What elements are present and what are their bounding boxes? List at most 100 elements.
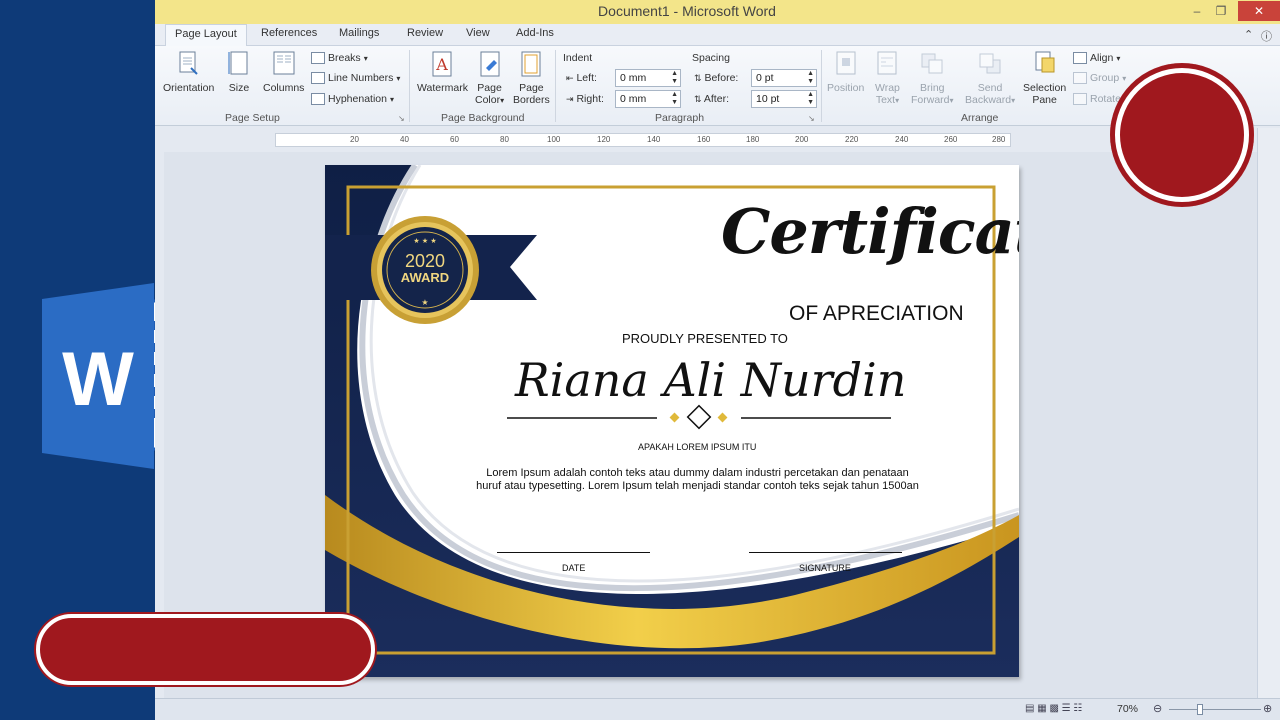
chevron-down-icon: ▾ bbox=[949, 96, 954, 105]
indent-left-icon: ⇤ bbox=[566, 73, 574, 83]
page-borders-icon bbox=[521, 51, 541, 77]
zoom-level[interactable]: 70% bbox=[1117, 703, 1138, 715]
certificate-subtitle[interactable]: OF APRECIATION bbox=[789, 302, 964, 326]
indent-right-icon: ⇥ bbox=[566, 94, 574, 104]
spacing-after-label: ⇅ After: bbox=[694, 93, 729, 105]
zoom-in-icon[interactable]: ⊕ bbox=[1263, 702, 1272, 715]
arrange-group-label: Arrange bbox=[961, 112, 999, 124]
vertical-scrollbar[interactable] bbox=[1257, 128, 1280, 700]
wrap-label-1: Wrap bbox=[875, 82, 900, 94]
spinner-arrows-icon[interactable]: ▲ ▼ bbox=[671, 91, 678, 107]
spacing-before-value: 0 pt bbox=[756, 72, 774, 84]
indent-left-value: 0 mm bbox=[620, 72, 647, 84]
close-button[interactable]: ✕ bbox=[1238, 1, 1280, 21]
page-color-label-2: Color bbox=[475, 94, 501, 106]
line-numbers-icon bbox=[311, 72, 325, 84]
caption-text[interactable]: APAKAH LOREM IPSUM ITU bbox=[638, 442, 756, 452]
ribbon-minimize-icon[interactable]: ⌃ bbox=[1244, 28, 1253, 41]
bring-forward-icon bbox=[921, 53, 943, 74]
tab-page-layout[interactable]: Page Layout bbox=[165, 24, 247, 47]
signature-label[interactable]: SIGNATURE bbox=[799, 563, 851, 573]
breaks-icon bbox=[311, 52, 325, 64]
restore-button[interactable]: ❐ bbox=[1209, 1, 1233, 21]
ruler-tick: 80 bbox=[500, 135, 509, 144]
line-numbers-button[interactable]: Line Numbers ▾ bbox=[311, 72, 400, 84]
wrap-text-button[interactable]: Wrap Text▾ bbox=[875, 50, 900, 107]
minimize-button[interactable]: – bbox=[1185, 1, 1209, 21]
zoom-slider[interactable] bbox=[1169, 709, 1261, 710]
dialog-launcher-icon[interactable]: ↘ bbox=[398, 114, 405, 123]
signature-line bbox=[749, 552, 902, 553]
chevron-down-icon: ▾ bbox=[1116, 53, 1121, 63]
page-color-label-1: Page bbox=[477, 82, 502, 94]
indent-left-label: ⇤ Left: bbox=[566, 72, 597, 84]
watermark-button[interactable]: A Watermark bbox=[417, 50, 468, 94]
size-button[interactable]: Size bbox=[227, 50, 251, 94]
tab-review[interactable]: Review bbox=[407, 27, 443, 39]
wrap-label-2: Text bbox=[875, 94, 896, 106]
indent-left-spinner[interactable]: 0 mm ▲ ▼ bbox=[615, 69, 681, 87]
watermark-label: Watermark bbox=[417, 82, 468, 94]
align-label: Align bbox=[1090, 52, 1114, 64]
spinner-arrows-icon[interactable]: ▲ ▼ bbox=[807, 70, 814, 86]
send-backward-button[interactable]: Send Backward▾ bbox=[965, 50, 1015, 107]
tab-view[interactable]: View bbox=[466, 27, 490, 39]
tab-mailings[interactable]: Mailings bbox=[339, 27, 379, 39]
group-button[interactable]: Group ▾ bbox=[1073, 72, 1126, 84]
tab-add-ins[interactable]: Add-Ins bbox=[516, 27, 554, 39]
ruler-tick: 220 bbox=[845, 135, 859, 144]
ruler-tick: 120 bbox=[597, 135, 611, 144]
badge-year: 2020 bbox=[404, 251, 446, 271]
certificate-page[interactable]: ★ ★ ★ ★ 2020 AWARD Certificate OF APRECI… bbox=[325, 165, 1019, 677]
spacing-after-spinner[interactable]: 10 pt ▲ ▼ bbox=[751, 90, 817, 108]
horizontal-ruler[interactable]: 20 40 60 80 100 120 140 160 180 200 220 … bbox=[275, 133, 1011, 147]
rotate-button[interactable]: Rotate bbox=[1073, 93, 1121, 105]
align-button[interactable]: Align ▾ bbox=[1073, 52, 1120, 64]
ruler-tick: 180 bbox=[746, 135, 760, 144]
body-text[interactable]: Lorem Ipsum adalah contoh teks atau dumm… bbox=[475, 467, 920, 493]
ruler-tick: 200 bbox=[795, 135, 809, 144]
group-label: Group bbox=[1090, 72, 1120, 84]
presented-to-label[interactable]: PROUDLY PRESENTED TO bbox=[622, 331, 788, 346]
breaks-button[interactable]: Breaks ▾ bbox=[311, 52, 368, 64]
align-icon bbox=[1073, 52, 1087, 64]
ruler-tick: 160 bbox=[697, 135, 711, 144]
group-divider bbox=[821, 50, 822, 122]
hyphenation-button[interactable]: Hyphenation ▾ bbox=[311, 93, 394, 105]
spinner-arrows-icon[interactable]: ▲ ▼ bbox=[807, 91, 814, 107]
bring-forward-button[interactable]: Bring Forward▾ bbox=[911, 50, 954, 107]
date-label[interactable]: DATE bbox=[562, 563, 585, 573]
orientation-label: Orientation bbox=[163, 82, 215, 94]
page-borders-button[interactable]: Page Borders bbox=[513, 50, 550, 106]
zoom-out-icon[interactable]: ⊖ bbox=[1153, 702, 1162, 715]
bring-label-1: Bring bbox=[920, 82, 945, 94]
title-bar: Document1 - Microsoft Word – ❐ ✕ bbox=[155, 0, 1280, 24]
recipient-name[interactable]: Riana Ali Nurdin bbox=[515, 353, 906, 407]
help-icon[interactable]: ⓘ bbox=[1261, 28, 1272, 44]
ribbon: Orientation Size Columns Breaks ▾ Line Nu… bbox=[155, 46, 1280, 126]
spinner-arrows-icon[interactable]: ▲ ▼ bbox=[671, 70, 678, 86]
chevron-down-icon: ▾ bbox=[895, 96, 900, 105]
certificate-title[interactable]: Certificate bbox=[721, 195, 1019, 268]
ruler-tick: 100 bbox=[547, 135, 561, 144]
page-color-button[interactable]: Page Color▾ bbox=[475, 50, 504, 107]
status-bar: ▤ ▦ ▩ ☰ ☷ 70% ⊖ ⊕ bbox=[155, 698, 1280, 720]
indent-right-spinner[interactable]: 0 mm ▲ ▼ bbox=[615, 90, 681, 108]
ruler-tick: 140 bbox=[647, 135, 661, 144]
dialog-launcher-icon[interactable]: ↘ bbox=[808, 114, 815, 123]
zoom-slider-thumb[interactable] bbox=[1197, 704, 1203, 715]
indent-left-text: Left: bbox=[576, 72, 597, 84]
page-borders-label-1: Page bbox=[519, 82, 544, 94]
bring-label-2: Forward bbox=[911, 94, 950, 106]
view-buttons-icon[interactable]: ▤ ▦ ▩ ☰ ☷ bbox=[1025, 703, 1082, 714]
spacing-before-icon: ⇅ bbox=[694, 73, 702, 83]
orientation-button[interactable]: Orientation bbox=[163, 50, 214, 94]
spacing-before-spinner[interactable]: 0 pt ▲ ▼ bbox=[751, 69, 817, 87]
page-setup-group-label: Page Setup bbox=[225, 112, 280, 124]
selection-pane-button[interactable]: Selection Pane bbox=[1023, 50, 1066, 106]
indent-right-value: 0 mm bbox=[620, 93, 647, 105]
columns-button[interactable]: Columns bbox=[263, 50, 304, 94]
position-button[interactable]: Position bbox=[827, 50, 864, 94]
chevron-down-icon: ▾ bbox=[389, 94, 394, 104]
tab-references[interactable]: References bbox=[261, 27, 317, 39]
